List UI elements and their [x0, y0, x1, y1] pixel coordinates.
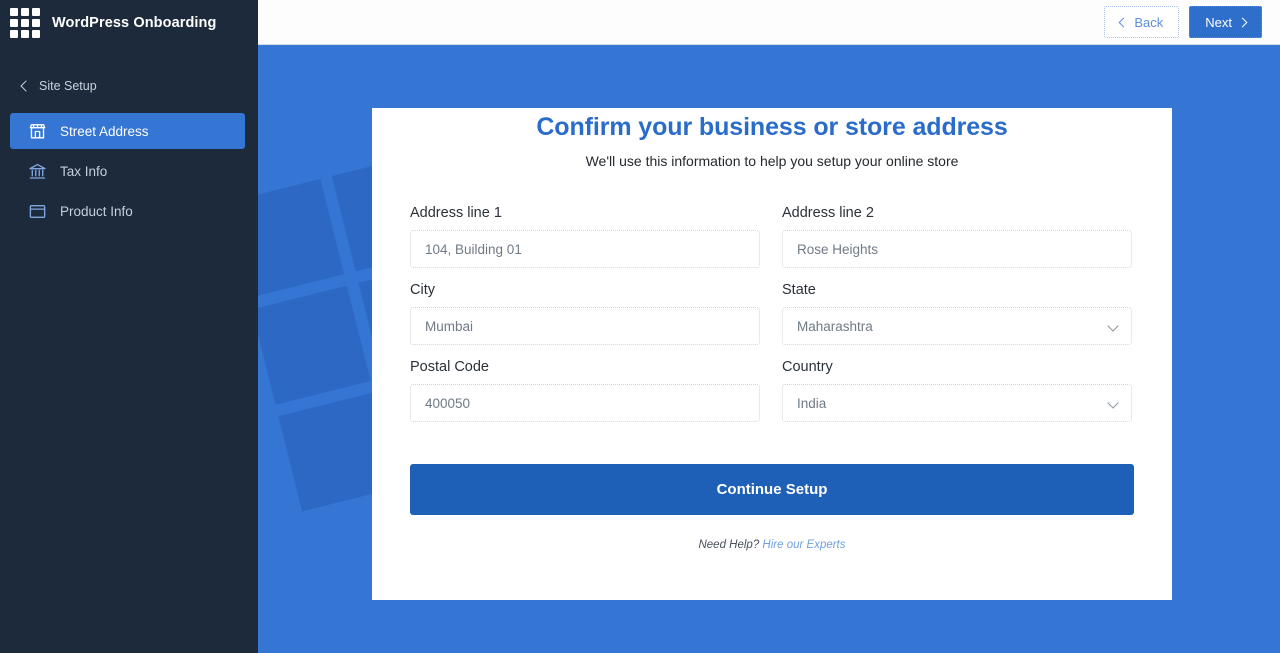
address-card: Confirm your business or store address W… — [372, 108, 1172, 600]
sidebar-item-product-info[interactable]: Product Info — [10, 193, 245, 229]
bank-icon — [28, 162, 47, 181]
help-text: Need Help? Hire our Experts — [410, 539, 1134, 551]
sidebar-item-tax-info[interactable]: Tax Info — [10, 153, 245, 189]
field-label: State — [782, 282, 816, 298]
sidebar-item-street-address[interactable]: Street Address — [10, 113, 245, 149]
storefront-icon — [28, 122, 47, 141]
hire-our-experts-link[interactable]: Hire our Experts — [762, 539, 845, 551]
grid-icon[interactable] — [10, 7, 40, 38]
field-address-line-2: Address line 2 Rose Heights — [782, 205, 1132, 268]
field-value: Rose Heights — [797, 241, 879, 257]
city-input[interactable]: Mumbai — [410, 307, 760, 345]
sidebar-back-label: Site Setup — [39, 79, 97, 93]
field-value: Mumbai — [425, 318, 474, 334]
app-title: WordPress Onboarding — [52, 14, 217, 31]
state-select[interactable]: Maharashtra — [782, 307, 1132, 345]
top-toolbar: Back Next — [258, 0, 1280, 45]
field-postal-code: Postal Code 400050 — [410, 359, 760, 422]
sidebar-back-to-site-setup[interactable]: Site Setup — [0, 71, 258, 101]
main-pane: Back Next Confirm your business or store… — [258, 0, 1280, 653]
next-button-label: Next — [1205, 14, 1232, 30]
field-label: City — [410, 282, 435, 298]
field-state: State Maharashtra — [782, 282, 1132, 345]
field-label: Address line 2 — [782, 205, 874, 221]
chevron-left-icon — [20, 80, 32, 92]
back-button[interactable]: Back — [1104, 6, 1180, 38]
sidebar: WordPress Onboarding Site Setup Street A… — [0, 0, 258, 653]
country-select[interactable]: India — [782, 384, 1132, 422]
field-value: 104, Building 01 — [425, 241, 522, 257]
back-button-label: Back — [1134, 14, 1164, 30]
sidebar-brand: WordPress Onboarding — [0, 0, 258, 45]
chevron-down-icon — [1107, 320, 1119, 332]
help-prefix: Need Help? — [698, 539, 760, 551]
field-label: Address line 1 — [410, 205, 502, 221]
field-city: City Mumbai — [410, 282, 760, 345]
sidebar-item-label: Street Address — [60, 123, 149, 139]
chevron-down-icon — [1107, 397, 1119, 409]
box-icon — [28, 202, 47, 221]
field-address-line-1: Address line 1 104, Building 01 — [410, 205, 760, 268]
continue-setup-button[interactable]: Continue Setup — [410, 464, 1134, 515]
sidebar-nav: Street Address Tax Info Product Info — [0, 113, 258, 229]
page-subtitle: We'll use this information to help you s… — [585, 153, 959, 169]
sidebar-item-label: Tax Info — [60, 163, 108, 179]
postal-code-input[interactable]: 400050 — [410, 384, 760, 422]
field-label: Postal Code — [410, 359, 489, 375]
sidebar-item-label: Product Info — [60, 203, 133, 219]
page-title: Confirm your business or store address — [536, 113, 1008, 141]
chevron-right-icon — [1237, 17, 1248, 27]
field-label: Country — [782, 359, 833, 375]
next-button[interactable]: Next — [1189, 6, 1262, 38]
address-line-2-input[interactable]: Rose Heights — [782, 230, 1132, 268]
chevron-left-icon — [1118, 17, 1129, 27]
field-value: India — [797, 395, 827, 411]
address-line-1-input[interactable]: 104, Building 01 — [410, 230, 760, 268]
field-value: 400050 — [425, 395, 471, 411]
field-country: Country India — [782, 359, 1132, 422]
field-value: Maharashtra — [797, 318, 873, 334]
onboarding-app: WordPress Onboarding Site Setup Street A… — [0, 0, 1280, 653]
address-form: Address line 1 104, Building 01 Address … — [410, 205, 1134, 436]
